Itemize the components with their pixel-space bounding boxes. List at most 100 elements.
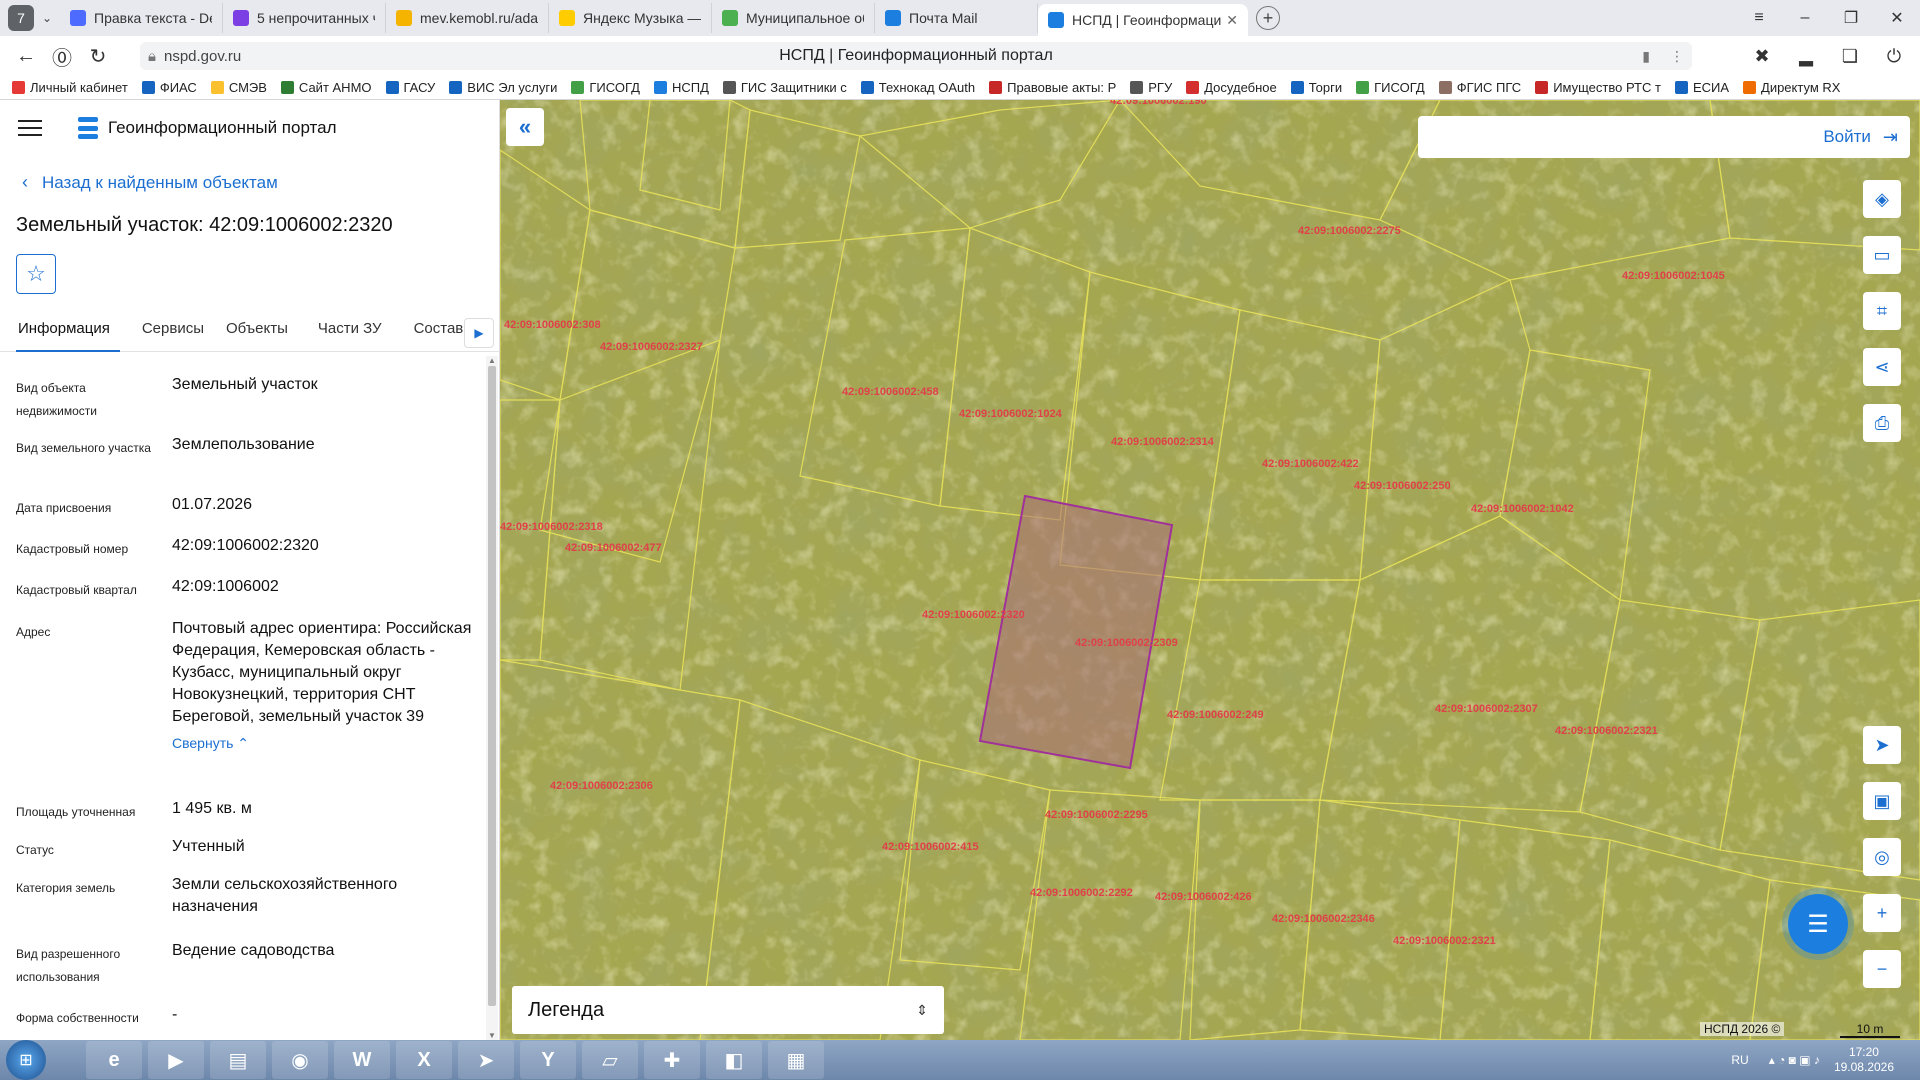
scrollbar-thumb[interactable]: [488, 366, 496, 1006]
favorite-button[interactable]: ☆: [16, 254, 56, 294]
property-value: 42:09:1006002: [172, 578, 279, 595]
bookmark-item[interactable]: ВИС Эл услуги: [449, 80, 557, 95]
more-icon[interactable]: ⋮: [1670, 48, 1684, 65]
bookmark-item[interactable]: Технокад OAuth: [860, 80, 975, 95]
taskbar-word[interactable]: W: [334, 1041, 390, 1079]
chat-button[interactable]: ☰: [1788, 894, 1848, 954]
map-view[interactable]: 42:09:1006002:190 42:09:1006002:2275 42:09…: [500, 100, 1920, 1040]
browser-tab[interactable]: Почта Mail: [875, 3, 1038, 33]
bookmark-item[interactable]: ФИАС: [141, 80, 197, 95]
taskbar-telegram[interactable]: ➤: [458, 1041, 514, 1079]
bookmark-icon: [1674, 81, 1688, 94]
bookmark-item[interactable]: ЕСИА: [1674, 80, 1729, 95]
bookmark-item[interactable]: ГАСУ: [385, 80, 435, 95]
back-icon[interactable]: ←: [8, 38, 44, 74]
back-to-results-link[interactable]: ‹ Назад к найденным объектам: [22, 172, 278, 193]
bookmark-item[interactable]: Торги: [1290, 80, 1342, 95]
reload-icon[interactable]: ↻: [80, 38, 116, 74]
zoom-out-button[interactable]: −: [1863, 950, 1901, 988]
collapse-panel-button[interactable]: «: [506, 108, 544, 146]
tabs-dropdown-icon[interactable]: ⌄: [34, 11, 60, 25]
close-window-icon[interactable]: ✕: [1874, 0, 1920, 36]
taskbar-excel[interactable]: X: [396, 1041, 452, 1079]
new-tab-button[interactable]: +: [1256, 6, 1280, 30]
menu-icon[interactable]: ≡: [1736, 0, 1782, 36]
url-field[interactable]: 🔒︎ nspd.gov.ru НСПД | Геоинформационный …: [140, 42, 1692, 70]
taskbar-explorer[interactable]: ▤: [210, 1041, 266, 1079]
clock[interactable]: 17:20 19.08.2026: [1834, 1045, 1894, 1075]
taskbar-media[interactable]: ▶: [148, 1041, 204, 1079]
property-label: Статус: [16, 843, 54, 857]
login-button[interactable]: Войти ⇥: [1418, 116, 1910, 158]
minimize-icon[interactable]: –: [1782, 0, 1828, 36]
legend-dropdown[interactable]: Легенда ⇕: [512, 986, 944, 1034]
select-area-button[interactable]: ⌗: [1863, 292, 1901, 330]
map-canvas[interactable]: 42:09:1006002:190 42:09:1006002:2275 42:09…: [500, 100, 1920, 1040]
scroll-up-icon[interactable]: ▲: [488, 356, 496, 365]
minimap-button[interactable]: ▣: [1863, 782, 1901, 820]
layers-button[interactable]: ◈: [1863, 180, 1901, 218]
tab-title: НСПД | Геоинформаци: [1072, 12, 1222, 28]
bookmark-item[interactable]: Имущество РТС т: [1535, 80, 1661, 95]
taskbar-ie[interactable]: e: [86, 1041, 142, 1079]
panel-scrollbar[interactable]: ▲ ▼: [486, 356, 498, 1040]
bookmark-icon[interactable]: ▮: [1642, 48, 1650, 65]
bookmark-item[interactable]: Правовые акты: Р: [989, 80, 1116, 95]
hamburger-menu-icon[interactable]: [18, 120, 42, 136]
taskbar-app3[interactable]: ▦: [768, 1041, 824, 1079]
taskbar-files[interactable]: ▱: [582, 1041, 638, 1079]
bookmark-icon: [1356, 81, 1370, 94]
taskbar-app1[interactable]: ✚: [644, 1041, 700, 1079]
bookmark-item[interactable]: НСПД: [653, 80, 709, 95]
taskbar-yandex[interactable]: Y: [520, 1041, 576, 1079]
tab-information[interactable]: Информация: [16, 310, 120, 352]
bookmark-item[interactable]: Сайт АНМО: [280, 80, 372, 95]
bookmark-item[interactable]: РГУ: [1130, 80, 1172, 95]
browser-tab[interactable]: НСПД | Геоинформаци ✕: [1038, 4, 1248, 36]
share-button[interactable]: ⋖: [1863, 348, 1901, 386]
bookmark-item[interactable]: ГИС Защитники с: [722, 80, 847, 95]
print-button[interactable]: ⎙: [1863, 404, 1901, 442]
zoom-in-button[interactable]: +: [1863, 894, 1901, 932]
parcel-label: 42:09:1006002:2306: [550, 780, 653, 792]
browser-tab[interactable]: Правка текста - DeepSee: [60, 3, 223, 33]
tab-count-badge[interactable]: 7: [8, 5, 34, 31]
tab-close-icon[interactable]: ✕: [1226, 12, 1238, 29]
downloads-icon[interactable]: ▂: [1792, 42, 1820, 70]
restore-icon[interactable]: ❐: [1828, 0, 1874, 36]
bookmark-item[interactable]: Досудебное: [1186, 80, 1277, 95]
tray-icons[interactable]: ▴ ◔ ◙ ▣ ♪: [1769, 1053, 1820, 1067]
language-indicator[interactable]: RU: [1731, 1053, 1748, 1067]
tab-services[interactable]: Сервисы: [142, 310, 204, 352]
yandex-icon[interactable]: ⓪: [44, 38, 80, 74]
bookmark-item[interactable]: ФГИС ПГС: [1438, 80, 1521, 95]
browser-tab[interactable]: mev.kemobl.ru/adapter-w: [386, 3, 549, 33]
locate-button[interactable]: ➤: [1863, 726, 1901, 764]
browser-tab[interactable]: 5 непрочитанных чатов: [223, 3, 386, 33]
start-button[interactable]: ⊞: [6, 1040, 46, 1080]
collections-icon[interactable]: ❏: [1836, 42, 1864, 70]
select-search-icon: ⌗: [1876, 300, 1888, 321]
tab-objects[interactable]: Объекты: [226, 310, 288, 352]
tab-parts[interactable]: Части ЗУ: [318, 310, 382, 352]
property-value: 42:09:1006002:2320: [172, 537, 319, 554]
tab-composition[interactable]: Состав: [414, 310, 464, 352]
search-location-button[interactable]: ◎: [1863, 838, 1901, 876]
bookmark-item[interactable]: Директум RX: [1743, 80, 1840, 95]
bookmark-item[interactable]: ГИСОГД: [1356, 80, 1425, 95]
taskbar-app2[interactable]: ◧: [706, 1041, 762, 1079]
measure-button[interactable]: ▭: [1863, 236, 1901, 274]
browser-tab[interactable]: Яндекс Музыка — собира: [549, 3, 712, 33]
bookmark-item[interactable]: ГИСОГД: [571, 80, 640, 95]
bookmark-item[interactable]: СМЭВ: [210, 80, 267, 95]
bookmark-item[interactable]: Личный кабинет: [12, 80, 128, 95]
collapse-link[interactable]: Свернуть ⌃: [172, 732, 472, 754]
bookmark-label: НСПД: [671, 80, 709, 95]
tabs-scroll-right-button[interactable]: ▶: [464, 318, 494, 348]
profile-icon[interactable]: ⏻: [1880, 42, 1908, 70]
taskbar-chrome[interactable]: ◉: [272, 1041, 328, 1079]
extension-icon[interactable]: ✖: [1748, 42, 1776, 70]
browser-tab[interactable]: Муниципальное образов: [712, 3, 875, 33]
bookmark-icon: [12, 81, 25, 94]
scroll-down-icon[interactable]: ▼: [488, 1031, 496, 1040]
